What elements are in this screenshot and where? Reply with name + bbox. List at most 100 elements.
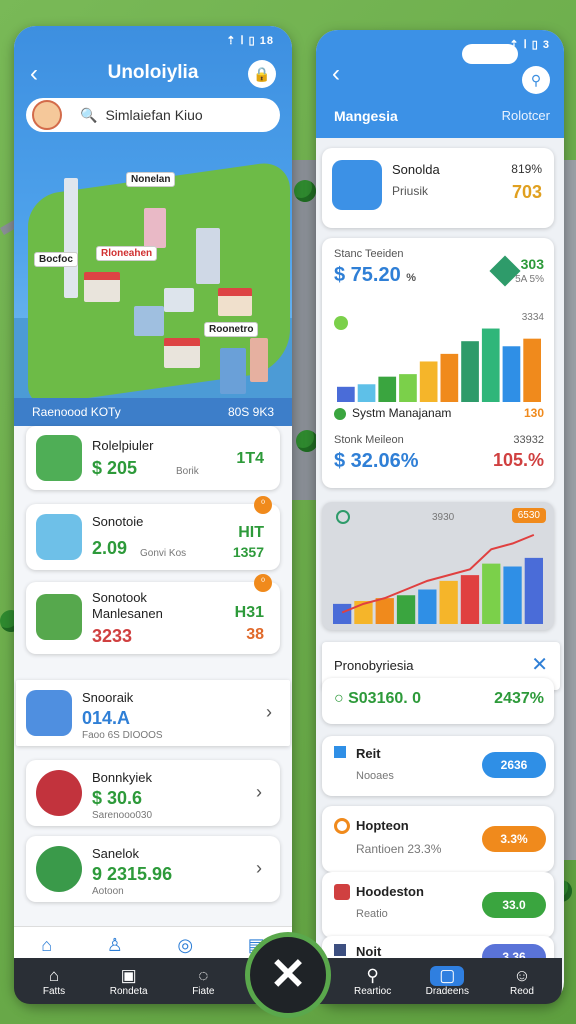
item-sub: Nooaes — [356, 770, 394, 782]
chart-bar — [396, 595, 416, 624]
profile-tag: Priusik — [392, 184, 429, 198]
city-bar-chart — [333, 533, 543, 624]
item-sub: Gonvi Kos — [140, 548, 187, 559]
profile-card[interactable]: Sonolda Priusik 819% 703 — [322, 148, 554, 228]
stat-right-bottom: 5A 5% — [515, 274, 544, 285]
map-label[interactable]: Roonetro — [204, 322, 259, 337]
item-value: 9 2315.96 — [92, 864, 173, 884]
city-chart-card: 3930 530 6530 — [322, 502, 554, 630]
nav-label: Dradeens — [425, 985, 469, 997]
chart-bar — [333, 603, 352, 624]
chart-bar — [482, 563, 501, 624]
stat-value: $ 75.20 % — [334, 264, 417, 286]
chevron-right-icon[interactable]: › — [256, 858, 262, 879]
chat-icon: ◌ — [198, 965, 209, 985]
item-pill[interactable]: 3.3% — [482, 826, 546, 852]
search-icon: 🔍 — [80, 106, 98, 123]
profile-percent: 819% — [511, 162, 542, 176]
item-value: 2.09 — [92, 538, 128, 558]
chart-bar — [440, 353, 459, 402]
home-icon: ⌂ — [48, 965, 60, 985]
panel-title: Mangesia — [334, 108, 398, 124]
bar-chart — [337, 328, 541, 402]
square-icon — [334, 944, 346, 956]
item-sub: Faoo 6S DIOOOS — [82, 730, 163, 741]
right-app-panel: ⇡ ⅼ ▯ 3 ‹ ⚲ Mangesia Rolotcer Sonolda Pr… — [316, 30, 564, 1004]
prob-percent: 2437% — [494, 690, 544, 707]
item-sub: Borik — [176, 466, 199, 477]
nav-label: Rondeta — [109, 985, 148, 997]
people-icon[interactable]: ♙ — [107, 935, 123, 956]
globe-icon[interactable]: ◎ — [177, 935, 193, 956]
map-label[interactable]: Bocfoc — [34, 252, 78, 267]
building — [250, 338, 268, 382]
item-pill[interactable]: 33.0 — [482, 892, 546, 918]
list-item[interactable]: Snooraik 014.A Faoo 6S DIOOOS › — [16, 680, 290, 746]
search-bar[interactable]: 🔍 Simlaiefan Kiuo — [26, 98, 280, 132]
map-label[interactable]: Nonelan — [126, 172, 176, 187]
profile-name: Sonolda — [392, 162, 440, 177]
lock-icon[interactable]: 🔒 — [248, 60, 276, 88]
item-pill[interactable]: 2636 — [482, 752, 546, 778]
tree — [294, 180, 316, 202]
avatar — [36, 435, 82, 481]
prob-value-card[interactable]: ○ S03160. 0 2437% — [322, 678, 554, 724]
chart2-c: 6530 — [511, 508, 546, 523]
chart-bar — [481, 328, 500, 402]
home-icon[interactable]: ⌂ — [41, 935, 52, 956]
stat2-label: Stonk Meileon — [334, 434, 404, 446]
search-input[interactable]: Simlaiefan Kiuo — [105, 107, 202, 123]
nav-item-active[interactable]: ▢ Dradeens — [417, 965, 477, 997]
chart-bar — [378, 376, 397, 402]
list-item[interactable]: Bonnkyiek $ 30.6 Sarenooo030 › — [26, 760, 280, 826]
list-item[interactable]: Hoodeston Reatio 33.0 — [322, 872, 554, 938]
list-item[interactable]: Sanelok 9 2315.96 Aotoon › — [26, 836, 280, 902]
house-icon — [334, 884, 350, 900]
avatar — [36, 770, 82, 816]
list-item[interactable]: Rolelpiuler $ 205 Borik 1T4 — [26, 426, 280, 490]
list-item[interactable]: Reit Nooaes 2636 — [322, 736, 554, 796]
nav-item-profile[interactable]: ☺ Reod — [492, 966, 552, 997]
map-label[interactable]: Rloneahen — [96, 246, 158, 261]
section-title: Raenoood KOTy — [32, 405, 121, 419]
chart-bar — [502, 346, 521, 402]
system-dot — [334, 408, 346, 420]
item-sub: Reatio — [356, 908, 388, 920]
list-item[interactable]: ⁰ Sonotook Manlesanen 3233 H31 38 — [26, 574, 280, 654]
chart-bar — [461, 341, 479, 402]
building — [220, 348, 246, 394]
nav-item-calendar[interactable]: ▣ Rondeta — [99, 966, 159, 997]
back-icon[interactable]: ‹ — [332, 60, 340, 88]
profile-score: 703 — [511, 182, 542, 202]
building — [164, 288, 194, 312]
nav-item-chat[interactable]: ◌ Fiate — [173, 966, 233, 997]
item-name: Snooraik — [82, 690, 134, 705]
system-label: Systm Manajanam — [352, 406, 452, 420]
chart-bar — [460, 575, 480, 624]
city-map[interactable]: Nonelan Bocfoc Rloneahen Roonetro — [14, 138, 292, 414]
avatar — [332, 160, 382, 210]
item-right-top: HIT — [238, 524, 264, 541]
stat2-right: 105.% — [492, 450, 544, 470]
list-item[interactable]: ⁰ Sonotoie 2.09 Gonvi Kos HIT 1357 — [26, 496, 280, 570]
close-fab-button[interactable]: ✕ — [245, 932, 331, 1018]
building — [144, 208, 166, 248]
chevron-right-icon[interactable]: › — [266, 702, 272, 723]
flag-icon — [334, 746, 346, 758]
nav-item-home[interactable]: ⌂ Fatts — [24, 966, 84, 997]
chart-dot — [336, 510, 350, 524]
item-title: Hoodeston — [356, 884, 424, 899]
chevron-right-icon[interactable]: › — [256, 782, 262, 803]
item-right-value: 38 — [246, 626, 264, 643]
chart-bar — [419, 361, 438, 402]
nav-item-search[interactable]: ⚲ Reartioc — [343, 966, 403, 997]
list-item[interactable]: Hopteon Rantioen 23.3% 3.3% — [322, 806, 554, 872]
search-icon[interactable]: ⚲ — [522, 66, 550, 94]
avatar[interactable] — [32, 100, 62, 130]
item-name: Sanelok — [92, 846, 139, 861]
tower — [64, 178, 78, 298]
item-value: 3233 — [92, 626, 133, 646]
building — [196, 228, 220, 284]
left-header: ⇡ ⅼ ▯ 18 ‹ Unoloiylia 🔒 🔍 Simlaiefan Kiu… — [14, 26, 292, 416]
close-icon[interactable]: ✕ — [531, 652, 548, 677]
